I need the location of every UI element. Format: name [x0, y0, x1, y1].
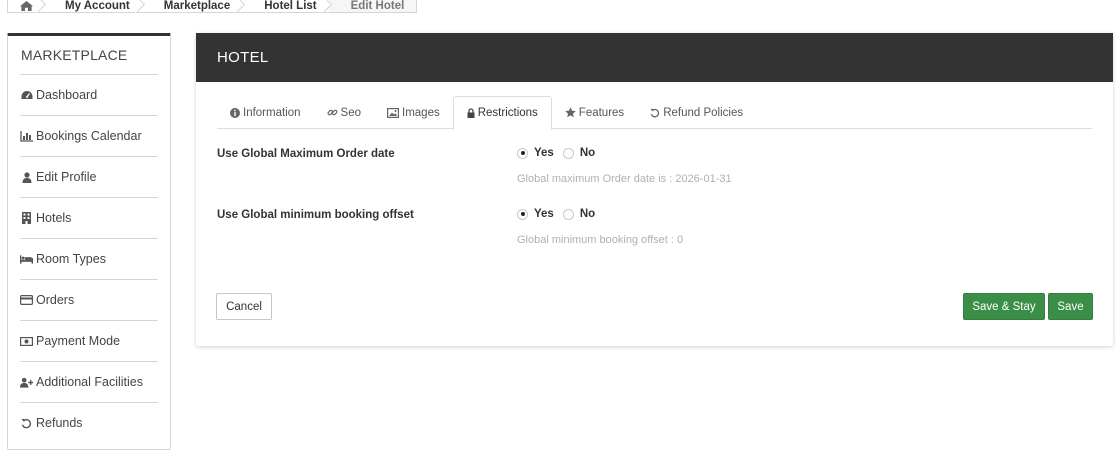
- sidebar-item-payment-mode[interactable]: Payment Mode: [20, 320, 158, 361]
- global-min-booking-offset-no-radio[interactable]: [562, 208, 574, 220]
- sidebar-item-bookings-calendar[interactable]: Bookings Calendar: [20, 115, 158, 156]
- sidebar-item-label: Hotels: [36, 211, 72, 225]
- sidebar-item-label: Bookings Calendar: [36, 129, 142, 143]
- sidebar-item-additional-facilities[interactable]: Additional Facilities: [20, 361, 158, 402]
- tab-label: Features: [578, 106, 625, 119]
- user-icon: [20, 171, 33, 183]
- dashboard-icon: [20, 89, 33, 101]
- hotel-panel: HOTEL Information Seo Images Restriction…: [196, 33, 1113, 346]
- star-icon: [564, 107, 576, 118]
- sidebar-title: MARKETPLACE: [21, 47, 128, 63]
- sidebar-item-refunds[interactable]: Refunds: [20, 402, 158, 443]
- sidebar-item-label: Additional Facilities: [36, 375, 143, 389]
- sidebar-item-hotels[interactable]: Hotels: [20, 197, 158, 238]
- breadcrumb: My Account Marketplace Hotel List Edit H…: [7, 0, 418, 14]
- global-max-order-date-yes-radio[interactable]: [517, 147, 528, 159]
- radio-label-yes: Yes: [534, 147, 554, 159]
- sidebar: MARKETPLACE Dashboard Bookings Calendar …: [7, 33, 171, 450]
- sidebar-item-label: Refunds: [36, 416, 83, 430]
- global-min-booking-offset-hint: Global minimum booking offset : 0: [517, 234, 684, 246]
- radio-label-no: No: [579, 208, 596, 220]
- global-min-booking-offset-yes-radio[interactable]: [517, 208, 528, 220]
- sidebar-menu: Dashboard Bookings Calendar Edit Profile…: [20, 74, 158, 443]
- building-icon: [20, 212, 33, 224]
- sidebar-item-label: Orders: [36, 293, 75, 307]
- breadcrumb-label: Marketplace: [163, 0, 231, 12]
- lock-icon: [467, 108, 475, 118]
- save-and-stay-button[interactable]: Save & Stay: [963, 293, 1045, 320]
- global-min-booking-offset-label: Use Global minimum booking offset: [217, 209, 414, 221]
- radio-label-no: No: [579, 147, 596, 159]
- global-min-booking-offset-radio-group: Yes No: [517, 208, 604, 220]
- breadcrumb-home[interactable]: [7, 0, 43, 13]
- tab-label: Restrictions: [477, 107, 538, 119]
- bed-icon: [20, 253, 33, 265]
- tab-seo[interactable]: Seo: [314, 96, 374, 129]
- breadcrumb-my-account[interactable]: My Account: [43, 0, 142, 13]
- breadcrumb-label: Edit Hotel: [350, 0, 405, 12]
- home-icon: [20, 1, 33, 11]
- tab-features[interactable]: Features: [552, 96, 637, 129]
- breadcrumb-hotel-list[interactable]: Hotel List: [242, 0, 329, 13]
- radio-label-yes: Yes: [534, 208, 554, 220]
- tab-images[interactable]: Images: [374, 96, 453, 129]
- sidebar-item-label: Edit Profile: [36, 170, 97, 184]
- sidebar-item-dashboard[interactable]: Dashboard: [20, 74, 158, 115]
- tab-refund-policies[interactable]: Refund Policies: [637, 96, 756, 129]
- sidebar-item-room-types[interactable]: Room Types: [20, 238, 158, 279]
- credit-card-icon: [20, 294, 33, 306]
- breadcrumb-marketplace[interactable]: Marketplace: [141, 0, 243, 13]
- tab-label: Seo: [340, 106, 361, 119]
- sidebar-item-edit-profile[interactable]: Edit Profile: [20, 156, 158, 197]
- tab-label: Information: [243, 106, 301, 119]
- tab-label: Images: [402, 106, 440, 119]
- sidebar-item-orders[interactable]: Orders: [20, 279, 158, 320]
- sidebar-item-label: Payment Mode: [36, 334, 121, 348]
- money-icon: [20, 335, 33, 347]
- global-max-order-date-label: Use Global Maximum Order date: [217, 148, 395, 160]
- breadcrumb-label: My Account: [65, 0, 130, 12]
- global-max-order-date-no-radio[interactable]: [562, 147, 574, 159]
- user-plus-icon: [20, 376, 33, 388]
- bar-chart-icon: [20, 130, 33, 142]
- sidebar-item-label: Dashboard: [36, 88, 98, 102]
- image-icon: [387, 107, 399, 118]
- panel-title: HOTEL: [196, 33, 1113, 82]
- undo-icon: [650, 108, 660, 118]
- breadcrumb-edit-hotel: Edit Hotel: [328, 0, 418, 13]
- info-icon: [230, 107, 240, 118]
- global-max-order-date-hint: Global maximum Order date is : 2026-01-3…: [517, 173, 732, 185]
- tab-label: Refund Policies: [663, 106, 744, 119]
- save-button[interactable]: Save: [1048, 293, 1093, 320]
- tab-bar: Information Seo Images Restrictions Feat…: [217, 96, 1092, 130]
- sidebar-item-label: Room Types: [36, 252, 106, 266]
- tab-restrictions[interactable]: Restrictions: [452, 96, 552, 130]
- tab-information[interactable]: Information: [217, 96, 314, 129]
- breadcrumb-label: Hotel List: [264, 0, 317, 12]
- cancel-button[interactable]: Cancel: [216, 293, 272, 320]
- undo-icon: [20, 417, 33, 429]
- link-icon: [327, 107, 338, 118]
- global-max-order-date-radio-group: Yes No: [517, 147, 604, 159]
